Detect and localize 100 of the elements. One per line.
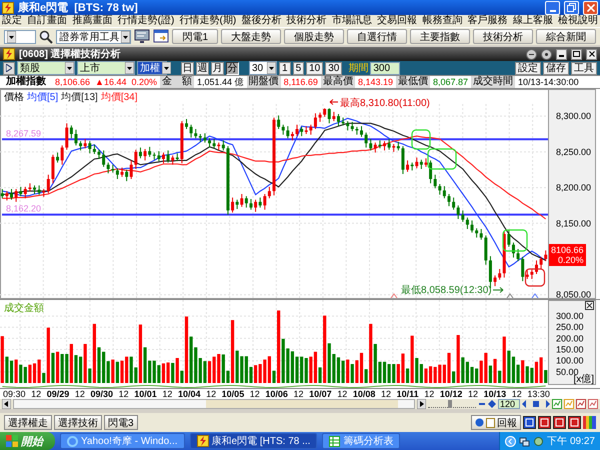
time-label: 12	[381, 389, 392, 399]
close-icon	[586, 4, 594, 12]
candlestick	[65, 122, 68, 150]
panel-button[interactable]: 工具	[571, 62, 597, 74]
quote-value: ▲16.44	[94, 76, 128, 88]
monitor-icon[interactable]	[134, 29, 150, 44]
interval-select[interactable]: 30	[249, 61, 277, 75]
scroll-thumb[interactable]	[206, 400, 398, 408]
scroll-right-icon[interactable]	[417, 399, 426, 409]
range-label: 期間	[348, 62, 368, 75]
candlestick	[442, 186, 446, 199]
tray-app-icon[interactable]	[533, 436, 544, 446]
interval-button[interactable]: 30	[325, 62, 342, 74]
search-icon[interactable]	[39, 30, 54, 44]
candlestick	[148, 146, 152, 158]
candlestick	[171, 154, 174, 166]
menu-item[interactable]: 盤後分析	[241, 15, 282, 27]
candlestick	[374, 142, 377, 154]
minus-icon[interactable]	[478, 403, 486, 405]
menu-item[interactable]: 設定	[2, 15, 22, 27]
toolbar-button[interactable]: 大盤走勢	[221, 29, 281, 44]
menu-item[interactable]: 行情走勢(期)	[180, 15, 236, 27]
chart-icon[interactable]	[552, 399, 562, 409]
candlestick	[309, 124, 312, 136]
menu-item[interactable]: 推薦畫面	[72, 15, 112, 27]
menu-item[interactable]: 檢視說明	[558, 15, 598, 27]
tool-select[interactable]: 證券常用工具	[56, 30, 132, 44]
period-tab[interactable]: 月	[211, 62, 224, 74]
candlestick	[268, 186, 271, 199]
close-icon[interactable]	[585, 301, 594, 310]
candlestick	[240, 194, 244, 208]
menu-item[interactable]: 線上客服	[512, 15, 553, 27]
candlestick	[461, 210, 464, 222]
table-icon	[329, 436, 340, 446]
close-button[interactable]	[586, 48, 597, 60]
chart-icon[interactable]	[576, 399, 586, 409]
scroll-left-icon[interactable]	[2, 399, 11, 409]
period-tab[interactable]: 日	[181, 62, 194, 74]
candlestick	[360, 126, 363, 138]
minimize-button[interactable]	[556, 48, 567, 60]
restore-button[interactable]	[571, 48, 582, 60]
menu-item[interactable]: 技術分析	[286, 15, 327, 27]
candlestick	[277, 114, 280, 130]
toolbar-button[interactable]: 個股走勢	[284, 29, 344, 44]
time-label: 10/06	[265, 389, 288, 399]
chevron-icon[interactable]	[505, 436, 516, 446]
panel-button[interactable]: 儲存	[543, 62, 569, 74]
report-button[interactable]: 回報	[471, 415, 521, 430]
interval-button[interactable]: 1	[279, 62, 291, 74]
time-label: 09/30	[90, 389, 113, 399]
toolbar-button[interactable]: 綜合新聞	[536, 29, 596, 44]
candlestick	[447, 194, 450, 207]
window-tab[interactable]: 閃電3	[104, 415, 138, 430]
window-tab[interactable]: 選擇權走	[4, 415, 52, 430]
toolbar-button[interactable]: 技術分析	[473, 29, 533, 44]
window-icon[interactable]	[153, 29, 170, 44]
candlestick	[125, 169, 128, 182]
axis-label: 8,150.00	[556, 218, 592, 228]
menu-item[interactable]: 帳務查詢	[422, 15, 462, 27]
field-value: 1,051.44 億	[196, 76, 245, 88]
tile-icon[interactable]	[538, 416, 551, 429]
candlestick	[74, 129, 78, 146]
period-tab[interactable]: 週	[196, 62, 209, 74]
restore-icon	[567, 3, 576, 12]
interval-button[interactable]: 10	[306, 62, 324, 74]
slider-thumb[interactable]	[448, 400, 452, 408]
toolbar-button[interactable]: 主要指數	[410, 29, 470, 44]
menu-item[interactable]: 交易回報	[377, 15, 418, 27]
menu-item[interactable]: 市場訊息	[332, 15, 372, 27]
candlestick	[521, 256, 524, 282]
menu-item[interactable]: 客戶服務	[468, 15, 508, 27]
window-tab[interactable]: 選擇技術	[54, 415, 102, 430]
taskbar-button[interactable]: 康和e閃電 [HTS: 78 ...	[190, 433, 318, 449]
axis-label: 300.00	[556, 311, 584, 322]
zoom-field[interactable]: 120	[498, 399, 520, 409]
range-field[interactable]: 300	[370, 62, 400, 74]
panel-button[interactable]: 設定	[515, 62, 541, 74]
period-tab[interactable]: 分	[226, 62, 239, 74]
candlestick	[24, 186, 27, 199]
tile-icon[interactable]	[523, 416, 536, 429]
network-icon[interactable]	[519, 436, 530, 446]
square-icon[interactable]	[532, 400, 540, 408]
tile-icon[interactable]	[568, 416, 581, 429]
field-label: 金 額	[160, 76, 194, 88]
time-label: 12	[468, 389, 478, 399]
start-button[interactable]: 開始	[0, 432, 55, 450]
market-select[interactable]: 上市	[77, 61, 135, 75]
candlestick	[364, 132, 368, 148]
menu-item[interactable]: 行情走勢(證)	[118, 15, 174, 27]
time-label: 12	[512, 389, 522, 399]
play-button[interactable]	[3, 62, 15, 74]
category-select[interactable]: 類股	[17, 61, 75, 75]
interval-button[interactable]: 5	[292, 62, 304, 74]
toolbar-button[interactable]: 閃電1	[172, 29, 218, 44]
stripes-icon[interactable]	[583, 416, 596, 429]
menu-item[interactable]: 自訂畫面	[27, 15, 68, 27]
tile-icon[interactable]	[553, 416, 566, 429]
toolbar-button[interactable]: 自選行情	[347, 29, 407, 44]
chart-icon[interactable]	[588, 399, 598, 409]
unit-label: [x億]	[573, 374, 594, 385]
